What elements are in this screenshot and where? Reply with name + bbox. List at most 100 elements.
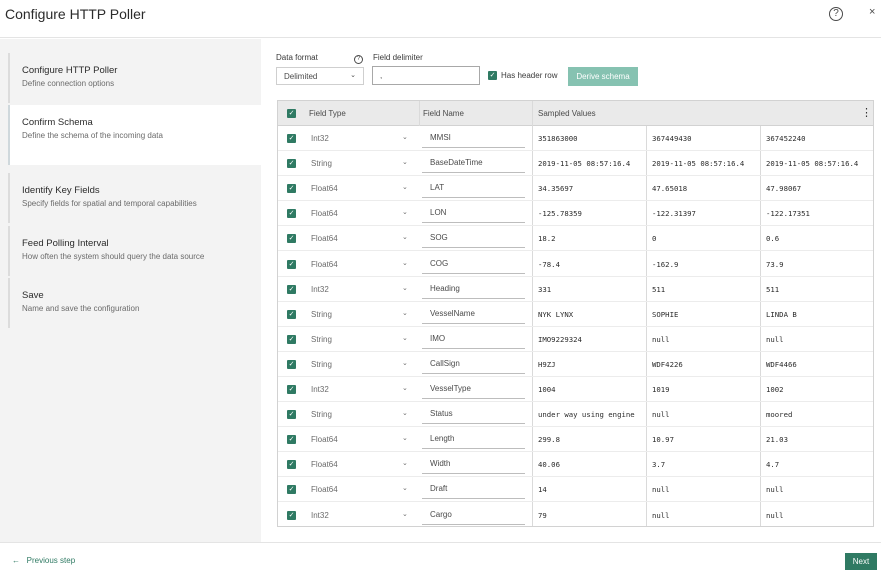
table-row: ✓ Float64 ⌄ Width 40.06 3.7 4.7 [278, 452, 873, 478]
field-type-select[interactable]: String [311, 310, 332, 319]
sampled-value: null [766, 485, 784, 495]
chevron-down-icon: ⌄ [402, 359, 408, 367]
row-checkbox[interactable]: ✓ [287, 435, 296, 445]
sampled-value: 34.35697 [538, 184, 574, 194]
field-type-select[interactable]: Float64 [311, 209, 338, 218]
field-type-select[interactable]: Int32 [311, 134, 329, 143]
data-format-select[interactable]: Delimited ⌄ [276, 67, 364, 85]
sampled-value: -125.78359 [538, 209, 582, 219]
field-type-select[interactable]: Float64 [311, 234, 338, 243]
field-name-input[interactable]: Draft [422, 480, 525, 500]
next-button[interactable]: Next [845, 553, 877, 570]
field-type-select[interactable]: String [311, 410, 332, 419]
step-confirm-schema[interactable]: Confirm Schema Define the schema of the … [8, 105, 261, 165]
field-name-input[interactable]: VesselType [422, 380, 525, 399]
step-description: How often the system should query the da… [22, 252, 205, 261]
sampled-value: 2019-11-05 08:57:16.4 [766, 159, 859, 169]
field-name-input[interactable]: LAT [422, 179, 525, 199]
field-name-input[interactable]: Width [422, 455, 525, 475]
field-name-input[interactable]: COG [422, 255, 525, 274]
table-row: ✓ String ⌄ BaseDateTime 2019-11-05 08:57:16.… [278, 151, 873, 177]
info-icon[interactable]: ? [354, 55, 363, 64]
sampled-value: 299.8 [538, 435, 560, 445]
previous-step-link[interactable]: ← Previous step [12, 556, 75, 565]
sampled-value: 73.9 [766, 259, 784, 269]
sampled-value: 511 [652, 284, 666, 294]
field-type-select[interactable]: Float64 [311, 485, 338, 494]
row-checkbox[interactable]: ✓ [287, 309, 296, 319]
sampled-value: 40.06 [538, 460, 560, 470]
field-delimiter-input[interactable]: , [372, 66, 480, 85]
field-type-select[interactable]: String [311, 335, 332, 344]
field-name-input[interactable]: LON [422, 204, 525, 224]
sampled-value: 2019-11-05 08:57:16.4 [538, 159, 631, 169]
field-type-select[interactable]: Float64 [311, 260, 338, 269]
data-format-value: Delimited [284, 72, 318, 81]
sampled-value: 47.98067 [766, 184, 802, 194]
row-checkbox[interactable]: ✓ [287, 510, 296, 520]
row-checkbox[interactable]: ✓ [287, 385, 296, 394]
step-description: Define the schema of the incoming data [22, 131, 163, 140]
field-name-input[interactable]: Heading [422, 280, 525, 299]
row-checkbox[interactable]: ✓ [287, 485, 296, 495]
row-checkbox[interactable]: ✓ [287, 259, 296, 269]
sampled-value: null [652, 410, 670, 420]
sampled-value: 4.7 [766, 460, 780, 470]
schema-panel: Data format ? Delimited ⌄ Field delimite… [262, 39, 881, 542]
field-type-select[interactable]: Int32 [311, 385, 329, 394]
sampled-value: under way using engine [538, 410, 635, 420]
field-name-input[interactable]: Status [422, 405, 525, 425]
table-row: ✓ Float64 ⌄ Length 299.8 10.97 21.03 [278, 427, 873, 453]
derive-schema-button[interactable]: Derive schema [568, 67, 638, 86]
row-checkbox[interactable]: ✓ [287, 209, 296, 219]
row-checkbox[interactable]: ✓ [287, 359, 296, 369]
help-icon[interactable]: ? [829, 7, 843, 21]
step-feed-polling-interval[interactable]: Feed Polling Interval How often the syst… [8, 226, 261, 276]
row-checkbox[interactable]: ✓ [287, 234, 296, 244]
field-type-select[interactable]: Int32 [311, 285, 329, 294]
chevron-down-icon: ⌄ [402, 134, 408, 141]
field-name-input[interactable]: CallSign [422, 355, 525, 374]
field-type-select[interactable]: Float64 [311, 435, 338, 444]
field-name-input[interactable]: Cargo [422, 506, 525, 525]
field-name-input[interactable]: Length [422, 430, 525, 450]
more-options-icon[interactable]: ⋮ [861, 106, 872, 119]
field-name-input[interactable]: MMSI [422, 129, 525, 148]
field-type-select[interactable]: Float64 [311, 460, 338, 469]
row-checkbox[interactable]: ✓ [287, 134, 296, 143]
field-name-input[interactable]: VesselName [422, 305, 525, 324]
table-row: ✓ Float64 ⌄ LON -125.78359 -122.31397 -122.173… [278, 201, 873, 227]
step-save[interactable]: Save Name and save the configuration [8, 278, 261, 328]
step-title: Save [22, 290, 44, 301]
table-row: ✓ Int32 ⌄ Heading 331 511 511 [278, 277, 873, 302]
chevron-down-icon: ⌄ [402, 510, 408, 518]
chevron-down-icon: ⌄ [402, 435, 408, 443]
has-header-row-checkbox[interactable]: ✓ [488, 71, 497, 80]
field-type-select[interactable]: Float64 [311, 184, 338, 193]
field-type-select[interactable]: Int32 [311, 511, 329, 520]
row-checkbox[interactable]: ✓ [287, 460, 296, 470]
sampled-value: SOPHIE [652, 309, 679, 319]
step-configure-http-poller[interactable]: Configure HTTP Poller Define connection … [8, 53, 261, 103]
sampled-value: -122.17351 [766, 209, 810, 219]
row-checkbox[interactable]: ✓ [287, 410, 296, 420]
dialog-header: Configure HTTP Poller ? × [0, 0, 881, 38]
field-type-select[interactable]: String [311, 360, 332, 369]
row-checkbox[interactable]: ✓ [287, 184, 296, 194]
select-all-checkbox[interactable]: ✓ [287, 109, 296, 118]
sampled-value: -162.9 [652, 259, 679, 269]
step-identify-key-fields[interactable]: Identify Key Fields Specify fields for s… [8, 173, 261, 223]
row-checkbox[interactable]: ✓ [287, 334, 296, 344]
step-description: Name and save the configuration [22, 304, 140, 313]
field-name-input[interactable]: BaseDateTime [422, 154, 525, 174]
sampled-value: 47.65018 [652, 184, 688, 194]
table-row: ✓ Int32 ⌄ MMSI 351863000 367449430 367452240 [278, 126, 873, 151]
row-checkbox[interactable]: ✓ [287, 159, 296, 169]
field-type-select[interactable]: String [311, 159, 332, 168]
field-name-input[interactable]: IMO [422, 330, 525, 349]
close-icon[interactable]: × [869, 6, 875, 18]
row-checkbox[interactable]: ✓ [287, 284, 296, 294]
sampled-value: null [766, 334, 784, 344]
field-name-input[interactable]: SOG [422, 229, 525, 249]
chevron-down-icon: ⌄ [402, 159, 408, 167]
